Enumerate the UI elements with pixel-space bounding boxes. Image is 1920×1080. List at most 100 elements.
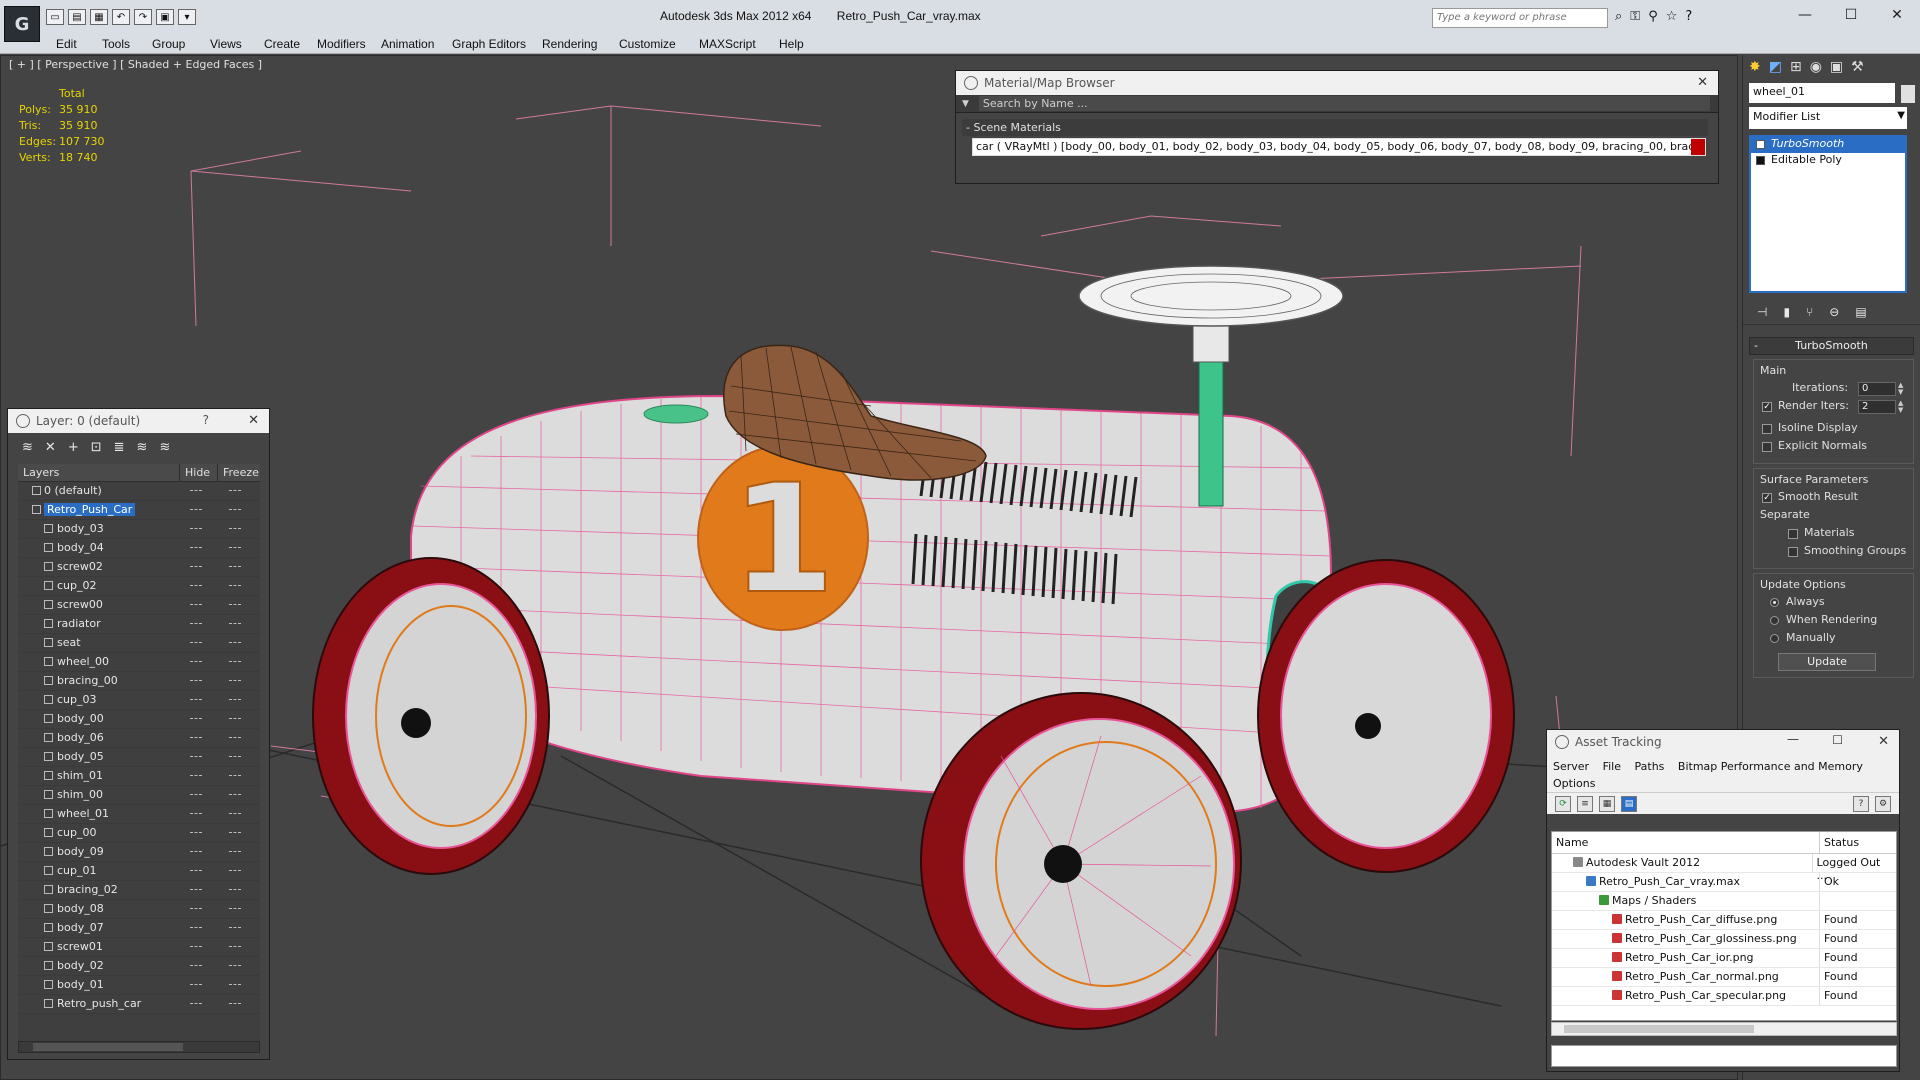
save-file-icon[interactable]: ▦ — [90, 9, 108, 25]
scrollbar-thumb[interactable] — [33, 1043, 183, 1051]
layer-manager-titlebar[interactable]: Layer: 0 (default) ? ✕ — [8, 409, 269, 433]
create-tab-icon[interactable]: ✸ — [1749, 59, 1761, 77]
configure-sets-icon[interactable]: ▤ — [1855, 305, 1866, 319]
hide-toggle[interactable] — [190, 908, 202, 909]
remove-modifier-icon[interactable]: ⊖ — [1829, 305, 1839, 319]
close-icon[interactable]: ✕ — [1878, 734, 1889, 749]
hide-toggle[interactable] — [190, 680, 202, 681]
freeze-toggle[interactable] — [229, 851, 241, 852]
smoothing-groups-checkbox[interactable] — [1788, 547, 1798, 557]
hide-toggle[interactable] — [190, 1003, 202, 1004]
layer-row[interactable]: body_08 — [18, 900, 260, 919]
hide-toggle[interactable] — [190, 737, 202, 738]
asset-row[interactable]: Retro_Push_Car_glossiness.png Found — [1552, 930, 1896, 949]
hide-toggle[interactable] — [190, 642, 202, 643]
app-logo-icon[interactable]: G — [4, 6, 40, 42]
select-objects-icon[interactable]: ⊡ — [91, 440, 102, 455]
spinner-arrows-icon[interactable]: ▲ ▼ — [1898, 382, 1908, 396]
hide-toggle[interactable] — [190, 699, 202, 700]
freeze-all-icon[interactable]: ≋ — [159, 440, 170, 455]
layer-row[interactable]: cup_01 — [18, 862, 260, 881]
menu-bitmap-performance[interactable]: Bitmap Performance and Memory — [1678, 760, 1863, 773]
layer-row[interactable]: seat — [18, 634, 260, 653]
hide-toggle[interactable] — [190, 661, 202, 662]
when-rendering-radio[interactable] — [1770, 616, 1779, 625]
hide-toggle[interactable] — [190, 528, 202, 529]
keyword-search-input[interactable]: Type a keyword or phrase — [1432, 8, 1608, 28]
hide-column-header[interactable]: Hide — [180, 464, 218, 481]
asset-tracking-titlebar[interactable]: Asset Tracking — ☐ ✕ — [1547, 730, 1899, 754]
layer-row[interactable]: radiator — [18, 615, 260, 634]
hide-toggle[interactable] — [190, 566, 202, 567]
layer-row[interactable]: wheel_00 — [18, 653, 260, 672]
layer-row[interactable]: screw01 — [18, 938, 260, 957]
hide-toggle[interactable] — [190, 889, 202, 890]
status-column-header[interactable]: Status — [1820, 832, 1863, 853]
open-file-icon[interactable]: ▤ — [68, 9, 86, 25]
layer-row[interactable]: Retro_push_car — [18, 995, 260, 1014]
maximize-icon[interactable]: ☐ — [1828, 0, 1874, 30]
isoline-checkbox[interactable] — [1762, 424, 1772, 434]
update-button[interactable]: Update — [1778, 653, 1876, 671]
material-search-input[interactable]: Search by Name ... — [978, 96, 1710, 111]
freeze-toggle[interactable] — [229, 680, 241, 681]
freeze-toggle[interactable] — [229, 699, 241, 700]
render-iters-checkbox[interactable]: ✓ — [1762, 402, 1772, 412]
hide-toggle[interactable] — [190, 832, 202, 833]
highlight-layer-icon[interactable]: ≣ — [114, 440, 125, 455]
freeze-toggle[interactable] — [229, 775, 241, 776]
make-unique-icon[interactable]: ⑂ — [1806, 305, 1813, 319]
minimize-icon[interactable]: — — [1782, 0, 1828, 30]
hide-toggle[interactable] — [190, 813, 202, 814]
pin-stack-icon[interactable]: ⊣ — [1757, 305, 1767, 319]
layer-row[interactable]: body_04 — [18, 539, 260, 558]
menu-paths[interactable]: Paths — [1635, 760, 1665, 773]
freeze-toggle[interactable] — [229, 813, 241, 814]
close-icon[interactable]: ✕ — [248, 413, 259, 428]
hide-toggle[interactable] — [190, 585, 202, 586]
redo-icon[interactable]: ↷ — [134, 9, 152, 25]
motion-tab-icon[interactable]: ◉ — [1810, 59, 1822, 77]
help-icon[interactable]: ? — [1685, 9, 1692, 24]
object-name-field[interactable]: wheel_01 — [1749, 83, 1895, 103]
asset-row[interactable]: Retro_Push_Car_vray.max Ok — [1552, 873, 1896, 892]
show-end-result-icon[interactable]: ▮ — [1783, 305, 1790, 319]
asset-row[interactable]: Maps / Shaders — [1552, 892, 1896, 911]
help-icon[interactable]: ? — [1853, 796, 1869, 812]
asset-row[interactable]: Retro_Push_Car_ior.png Found — [1552, 949, 1896, 968]
freeze-toggle[interactable] — [229, 946, 241, 947]
menu-modifiers[interactable]: Modifiers — [317, 37, 366, 51]
explicit-normals-checkbox[interactable] — [1762, 442, 1772, 452]
layer-row[interactable]: body_02 — [18, 957, 260, 976]
layer-row[interactable]: bracing_00 — [18, 672, 260, 691]
freeze-toggle[interactable] — [229, 547, 241, 548]
material-browser-titlebar[interactable]: Material/Map Browser ✕ — [956, 71, 1718, 95]
materials-checkbox[interactable] — [1788, 529, 1798, 539]
layer-horizontal-scrollbar[interactable] — [18, 1041, 260, 1053]
modifier-list-dropdown[interactable]: Modifier List ▼ — [1749, 107, 1907, 129]
scene-materials-section[interactable]: - Scene Materials — [962, 119, 1708, 136]
turbosmooth-rollout-header[interactable]: - TurboSmooth — [1749, 337, 1914, 355]
layer-row[interactable]: shim_00 — [18, 786, 260, 805]
layer-row[interactable]: wheel_01 — [18, 805, 260, 824]
freeze-toggle[interactable] — [229, 1003, 241, 1004]
stack-item-editable-poly[interactable]: Editable Poly — [1751, 153, 1905, 169]
freeze-toggle[interactable] — [229, 509, 241, 510]
freeze-toggle[interactable] — [229, 832, 241, 833]
hide-toggle[interactable] — [190, 623, 202, 624]
layer-row[interactable]: body_00 — [18, 710, 260, 729]
layer-row[interactable]: cup_00 — [18, 824, 260, 843]
minimize-icon[interactable]: — — [1787, 732, 1799, 746]
menu-animation[interactable]: Animation — [381, 37, 434, 51]
thumbnail-view-icon[interactable]: ▦ — [1599, 796, 1615, 812]
menu-views[interactable]: Views — [210, 37, 242, 51]
refresh-icon[interactable]: ⟳ — [1555, 796, 1571, 812]
menu-rendering[interactable]: Rendering — [542, 37, 597, 51]
list-view-icon[interactable]: ≡ — [1577, 796, 1593, 812]
freeze-toggle[interactable] — [229, 528, 241, 529]
asset-horizontal-scrollbar[interactable] — [1551, 1022, 1897, 1036]
hide-toggle[interactable] — [190, 984, 202, 985]
spinner-arrows-icon[interactable]: ▲ ▼ — [1898, 400, 1908, 414]
freeze-toggle[interactable] — [229, 585, 241, 586]
options-dropdown-icon[interactable]: ▼ — [962, 99, 969, 109]
